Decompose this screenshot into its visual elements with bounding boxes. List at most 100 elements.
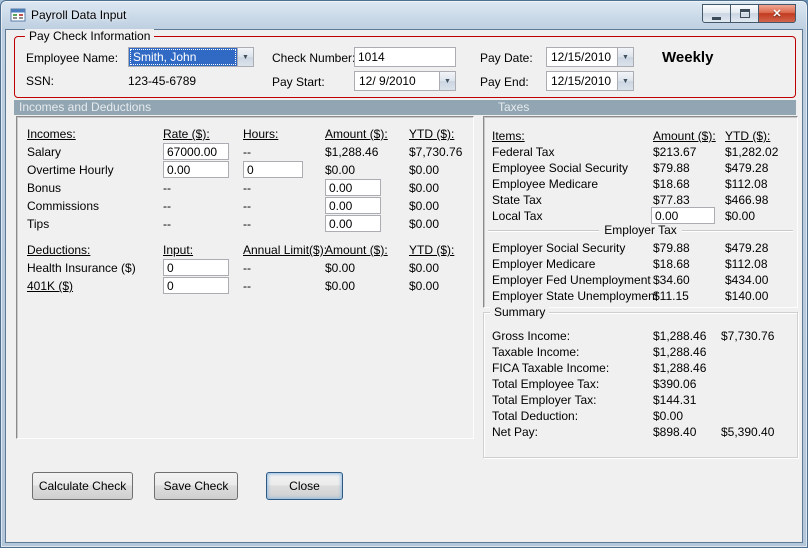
incomes-deductions-panel: Incomes: Rate ($): Hours: Amount ($): YT… (16, 116, 474, 439)
summary-group: Summary Gross Income: $1,288.46 $7,730.7… (483, 305, 798, 458)
titlebar[interactable]: Payroll Data Input ✕ (1, 1, 807, 29)
employer-futa-ytd: $434.00 (725, 273, 769, 287)
tax-row-label: State Tax (492, 193, 542, 207)
chevron-down-icon[interactable]: ▼ (617, 48, 633, 66)
401k-input[interactable] (163, 277, 229, 294)
income-row-label: Commissions (27, 199, 100, 213)
bonus-ytd-value: $0.00 (409, 181, 440, 195)
amount-column-header: Amount ($): (325, 127, 388, 141)
incomes-column-header: Incomes: (27, 127, 76, 141)
income-row-label: Overtime Hourly (27, 163, 114, 177)
income-row-label: Salary (27, 145, 62, 159)
tax-row-label: Employer Fed Unemployment (492, 273, 651, 287)
gross-income-amount: $1,288.46 (653, 329, 707, 343)
caption-buttons: ✕ (702, 4, 796, 23)
employee-name-select[interactable]: Smith, John ▼ (128, 47, 254, 67)
salary-hours-value: -- (243, 145, 251, 159)
pay-end-picker[interactable]: 12/15/2010 ▼ (546, 71, 634, 91)
summary-row-label: Total Employer Tax: (492, 393, 597, 407)
net-pay-amount: $898.40 (653, 425, 697, 439)
health-insurance-input[interactable] (163, 259, 229, 276)
ssn-value: 123-45-6789 (128, 74, 197, 88)
gross-income-ytd: $7,730.76 (721, 329, 775, 343)
tax-row-label: Federal Tax (492, 145, 555, 159)
employee-ss-amount: $79.88 (653, 161, 690, 175)
federal-tax-amount: $213.67 (653, 145, 697, 159)
pay-frequency-label: Weekly (662, 49, 714, 66)
employee-name-label: Employee Name: (26, 51, 119, 65)
input-column-header: Input: (163, 243, 194, 257)
401k-link-label[interactable]: 401K ($) (27, 279, 73, 293)
chevron-down-icon[interactable]: ▼ (237, 48, 253, 66)
overtime-amount-value: $0.00 (325, 163, 356, 177)
employer-suta-ytd: $140.00 (725, 289, 769, 303)
window-title: Payroll Data Input (31, 8, 127, 22)
taxes-panel: Items: Amount ($): YTD ($): Federal Tax … (483, 116, 798, 308)
tax-row-label: Local Tax (492, 209, 543, 223)
tax-row-label: Employer Medicare (492, 257, 596, 271)
overtime-rate-input[interactable] (163, 161, 229, 178)
commissions-rate-value: -- (163, 199, 171, 213)
rate-column-header: Rate ($): (163, 127, 210, 141)
taxable-income-amount: $1,288.46 (653, 345, 707, 359)
chevron-down-icon[interactable]: ▼ (617, 72, 633, 90)
summary-row-label: Total Deduction: (492, 409, 579, 423)
pay-date-value: 12/15/2010 (551, 50, 612, 64)
ytd-column-header: YTD ($): (409, 127, 455, 141)
summary-row-label: Net Pay: (492, 425, 539, 439)
total-employer-tax-amount: $144.31 (653, 393, 697, 407)
minimize-button[interactable] (702, 4, 731, 23)
ytd-column-header: YTD ($): (725, 129, 771, 143)
summary-row-label: Taxable Income: (492, 345, 580, 359)
summary-row-label: Gross Income: (492, 329, 571, 343)
employer-ss-ytd: $479.28 (725, 241, 769, 255)
calculate-check-button[interactable]: Calculate Check (32, 472, 133, 500)
tips-amount-input[interactable] (325, 215, 381, 232)
commissions-amount-input[interactable] (325, 197, 381, 214)
close-icon: ✕ (772, 8, 782, 20)
chevron-down-icon[interactable]: ▼ (439, 72, 455, 90)
overtime-hours-input[interactable] (243, 161, 303, 178)
401k-limit-value: -- (243, 279, 251, 293)
employer-suta-amount: $11.15 (653, 289, 689, 303)
tax-row-label: Employee Social Security (492, 161, 629, 175)
close-window-button[interactable]: ✕ (758, 4, 796, 23)
pay-start-picker[interactable]: 12/ 9/2010 ▼ (354, 71, 456, 91)
tips-rate-value: -- (163, 217, 171, 231)
pay-start-label: Pay Start: (272, 75, 325, 89)
tips-hours-value: -- (243, 217, 251, 231)
overtime-ytd-value: $0.00 (409, 163, 440, 177)
pay-end-label: Pay End: (480, 75, 529, 89)
health-insurance-ytd-value: $0.00 (409, 261, 440, 275)
total-employee-tax-amount: $390.06 (653, 377, 697, 391)
commissions-hours-value: -- (243, 199, 251, 213)
pay-end-value: 12/15/2010 (551, 74, 612, 88)
save-check-label: Save Check (163, 479, 229, 493)
salary-rate-input[interactable] (163, 143, 229, 160)
paycheck-group-title: Pay Check Information (25, 29, 155, 43)
deductions-column-header: Deductions: (27, 243, 91, 257)
summary-row-label: FICA Taxable Income: (492, 361, 610, 375)
taxes-section-header: Taxes (498, 100, 530, 114)
401k-amount-value: $0.00 (325, 279, 356, 293)
close-button[interactable]: Close (266, 472, 343, 500)
check-number-input[interactable] (354, 47, 456, 67)
employer-ss-amount: $79.88 (653, 241, 690, 255)
maximize-button[interactable] (730, 4, 759, 23)
local-tax-input[interactable] (651, 207, 715, 224)
state-tax-amount: $77.83 (653, 193, 690, 207)
employer-futa-amount: $34.60 (653, 273, 690, 287)
health-insurance-limit-value: -- (243, 261, 251, 275)
income-row-label: Tips (27, 217, 50, 231)
commissions-ytd-value: $0.00 (409, 199, 440, 213)
summary-group-title: Summary (490, 305, 550, 319)
section-header-bar: Incomes and Deductions Taxes (14, 100, 796, 115)
incomes-deductions-section-header: Incomes and Deductions (19, 100, 152, 114)
save-check-button[interactable]: Save Check (154, 472, 238, 500)
pay-date-picker[interactable]: 12/15/2010 ▼ (546, 47, 634, 67)
tax-row-label: Employee Medicare (492, 177, 599, 191)
bonus-rate-value: -- (163, 181, 171, 195)
bonus-amount-input[interactable] (325, 179, 381, 196)
salary-amount-value: $1,288.46 (325, 145, 379, 159)
pay-date-label: Pay Date: (480, 51, 533, 65)
